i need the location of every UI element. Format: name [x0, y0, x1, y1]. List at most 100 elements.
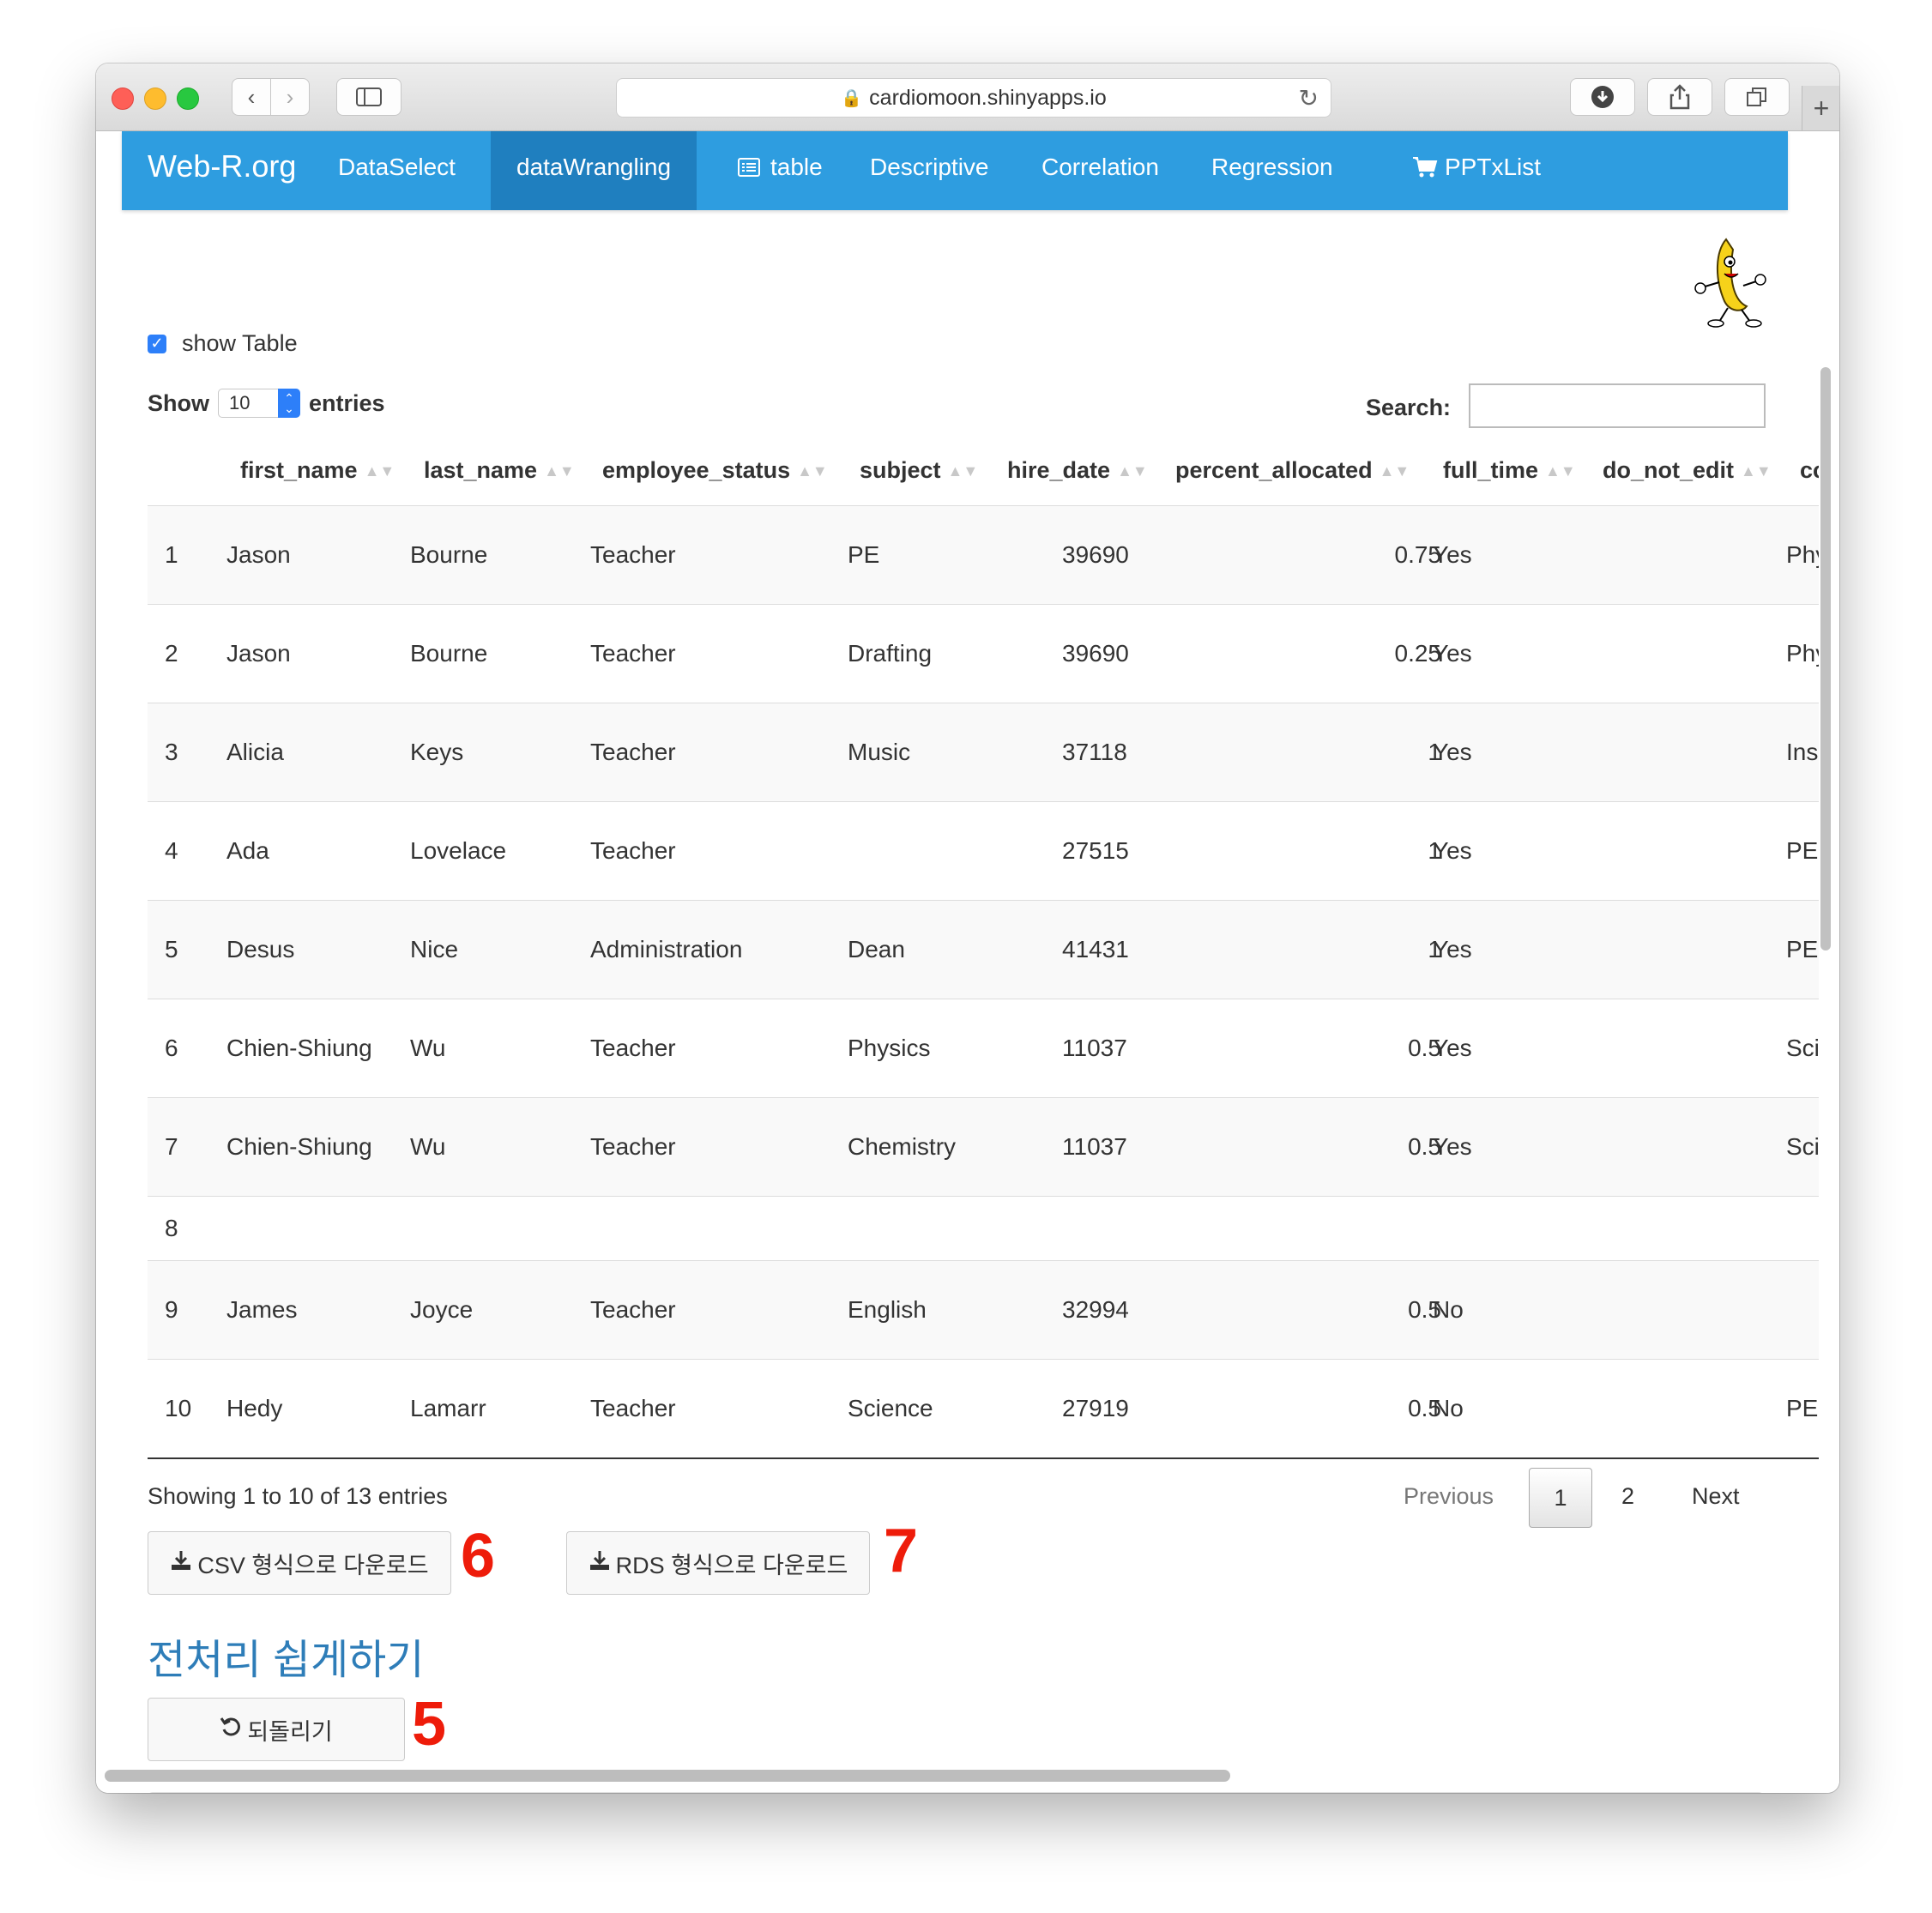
table-cell-subject: Drafting [848, 639, 933, 667]
address-bar[interactable]: 🔒 cardiomoon.shinyapps.io ↻ [616, 78, 1331, 118]
column-header-percent-allocated[interactable]: percent_allocated ▲▼ [1175, 457, 1410, 484]
table-cell-first-name: Hedy [226, 1394, 283, 1421]
table-cell-hire-date: 27515 [1062, 836, 1129, 864]
table-cell-cc: PE [1786, 1394, 1819, 1421]
table-cell-first-name: James [226, 1295, 298, 1323]
table-cell-full-time: No [1433, 1295, 1464, 1323]
table-cell-last-name: Nice [410, 935, 459, 963]
table-cell-last-name: Wu [410, 1132, 446, 1160]
table-cell-hire-date: 11037 [1062, 1034, 1127, 1061]
brand-link[interactable]: Web-R.org [148, 148, 296, 184]
pagination-page-2[interactable]: 2 [1621, 1483, 1634, 1510]
table-row[interactable]: 5 Desus Nice Administration Dean 41431 1 Yes PE [148, 900, 1819, 999]
column-header-hire-date[interactable]: hire_date ▲▼ [1007, 457, 1148, 484]
nav-item-datawrangling[interactable]: dataWrangling [516, 154, 671, 181]
table-cell-cc: Phy [1786, 639, 1819, 667]
table-cell-hire-date: 27919 [1062, 1394, 1129, 1421]
minimize-window-button[interactable] [144, 88, 166, 110]
new-tab-icon[interactable]: + [1802, 86, 1839, 130]
pagination-previous[interactable]: Previous [1404, 1483, 1494, 1510]
share-icon[interactable] [1647, 78, 1712, 116]
column-header-last-name[interactable]: last_name ▲▼ [424, 457, 575, 484]
nav-item-pptxlist[interactable]: PPTxList [1412, 154, 1541, 181]
table-cell-last-name: Joyce [410, 1295, 474, 1323]
nav-item-descriptive[interactable]: Descriptive [870, 154, 988, 181]
annotation-marker-7: 7 [884, 1517, 919, 1585]
column-header-do-not-edit[interactable]: do_not_edit ▲▼ [1603, 457, 1772, 484]
table-cell-last-name: Lamarr [410, 1394, 486, 1421]
search-input[interactable] [1469, 383, 1766, 428]
wrangling-panel [148, 1792, 1764, 1793]
table-row[interactable]: 6 Chien-Shiung Wu Teacher Physics 11037 0.5 Yes… [148, 999, 1819, 1098]
entries-select[interactable]: 10 ⌃ ⌄ [218, 389, 300, 418]
sidebar-toggle-icon[interactable] [336, 78, 401, 116]
table-cell-idx: 5 [165, 935, 178, 963]
nav-item-regression[interactable]: Regression [1211, 154, 1333, 181]
nav-item-correlation[interactable]: Correlation [1041, 154, 1159, 181]
table-cell-cc: PE [1786, 935, 1819, 963]
table-row[interactable]: 1JasonBourneTeacherPE396900.75YesPhy [148, 505, 1819, 605]
pagination-next[interactable]: Next [1692, 1483, 1740, 1510]
show-table-toggle[interactable]: ✓ show Table [148, 330, 298, 357]
show-table-label: show Table [182, 330, 298, 356]
top-navbar: Web-R.org DataSelect dataWrangling table… [122, 131, 1788, 210]
table-cell-cc: Sci [1786, 1132, 1819, 1160]
sort-icon: ▲▼ [1741, 462, 1772, 480]
vertical-scrollbar[interactable] [1820, 367, 1831, 950]
close-window-button[interactable] [112, 88, 134, 110]
back-icon[interactable]: ‹ [232, 78, 271, 116]
tabs-overview-icon[interactable] [1724, 78, 1790, 116]
pagination-page-1[interactable]: 1 [1529, 1468, 1592, 1528]
column-header-first-name[interactable]: first_name ▲▼ [240, 457, 395, 484]
table-cell-last-name: Wu [410, 1034, 446, 1061]
table-row[interactable]: 9 James Joyce Teacher English 32994 0.5 No [148, 1260, 1819, 1360]
table-cell-idx: 9 [165, 1295, 178, 1323]
table-cell-last-name: Bourne [410, 639, 488, 667]
table-cell-cc: PE [1786, 836, 1819, 864]
nav-item-dataselect[interactable]: DataSelect [338, 154, 456, 181]
table-cell-employee-status: Teacher [590, 639, 676, 667]
table-cell-subject: PE [848, 540, 880, 568]
table-cell-first-name: Jason [226, 639, 291, 667]
table-cell-idx: 10 [165, 1394, 192, 1421]
table-cell-idx: 7 [165, 1132, 178, 1160]
table-cell-first-name: Alicia [226, 738, 284, 765]
nav-item-pptxlist-label: PPTxList [1445, 154, 1542, 180]
horizontal-scrollbar[interactable] [105, 1770, 1230, 1782]
table-cell-employee-status: Teacher [590, 738, 676, 765]
table-row[interactable]: 3 Alicia Keys Teacher Music 37118 1 Yes Ins [148, 703, 1819, 802]
undo-button[interactable]: 되돌리기 [148, 1698, 405, 1761]
table-cell-subject: Chemistry [848, 1132, 957, 1160]
table-row[interactable]: 7 Chien-Shiung Wu Teacher Chemistry 11037 0.5 Y… [148, 1097, 1819, 1197]
reload-icon[interactable]: ↻ [1299, 84, 1319, 112]
nav-item-table[interactable]: table [738, 154, 823, 181]
table-cell-employee-status: Teacher [590, 1295, 676, 1323]
zoom-window-button[interactable] [177, 88, 199, 110]
download-csv-label: CSV 형식으로 다운로드 [197, 1552, 429, 1578]
download-csv-button[interactable]: CSV 형식으로 다운로드 [148, 1531, 451, 1595]
table-row[interactable]: 10 Hedy Lamarr Teacher Science 27919 0.5 No PE [148, 1359, 1819, 1458]
table-cell-employee-status: Teacher [590, 1394, 676, 1421]
table-cell-full-time: Yes [1433, 1034, 1472, 1061]
column-header-employee-status[interactable]: employee_status ▲▼ [602, 457, 828, 484]
forward-icon[interactable]: › [270, 78, 310, 116]
download-icon[interactable] [1570, 78, 1635, 116]
table-header: first_name ▲▼ last_name ▲▼ employee_status… [148, 449, 1819, 507]
annotation-marker-6: 6 [461, 1522, 496, 1590]
column-header-full-time[interactable]: full_time ▲▼ [1443, 457, 1576, 484]
data-table: first_name ▲▼ last_name ▲▼ employee_status… [148, 449, 1819, 1516]
download-rds-button[interactable]: RDS 형식으로 다운로드 [566, 1531, 870, 1595]
dancing-banana-image [1694, 238, 1766, 328]
table-row[interactable]: 8 [148, 1196, 1819, 1261]
nav-item-table-label: table [770, 154, 823, 180]
table-row[interactable]: 4 Ada Lovelace Teacher 27515 1 Yes PE [148, 801, 1819, 901]
download-icon [170, 1549, 192, 1578]
table-cell-last-name: Bourne [410, 540, 488, 568]
column-header-label: percent_allocated [1175, 457, 1373, 483]
entries-label: entries [309, 389, 385, 416]
column-header-cc[interactable]: cc [1800, 457, 1819, 484]
checkbox-checked-icon[interactable]: ✓ [148, 334, 166, 353]
column-header-subject[interactable]: subject ▲▼ [860, 457, 978, 484]
table-row[interactable]: 2 Jason Bourne Teacher Drafting 39690 0.25 Yes P… [148, 604, 1819, 703]
lock-icon: 🔒 [841, 88, 863, 108]
